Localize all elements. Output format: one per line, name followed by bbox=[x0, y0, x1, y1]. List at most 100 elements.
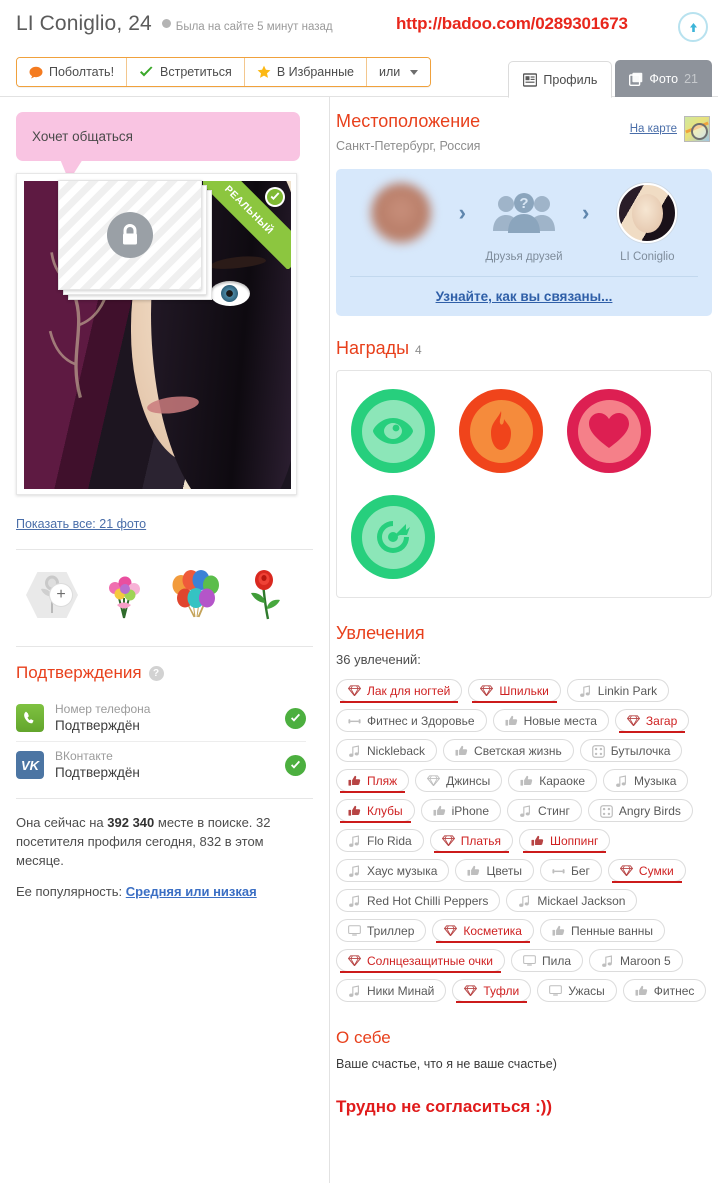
favorites-button-label: В Избранные bbox=[276, 65, 355, 79]
favorites-button[interactable]: В Избранные bbox=[244, 58, 368, 86]
interest-tag[interactable]: Косметика bbox=[432, 919, 534, 943]
meet-button[interactable]: Встретиться bbox=[127, 58, 245, 86]
interest-tag[interactable]: Ужасы bbox=[537, 979, 617, 1002]
verification-phone-status-badge bbox=[285, 707, 306, 729]
interest-tag[interactable]: Караоке bbox=[508, 769, 598, 792]
interest-tag-underline bbox=[340, 701, 459, 703]
page-title: LI Coniglio, 24 bbox=[16, 12, 152, 35]
verification-vk-value: Подтверждён bbox=[55, 765, 140, 780]
interest-tag[interactable]: Триллер bbox=[336, 919, 427, 942]
map-link-group[interactable]: На карте bbox=[630, 116, 710, 142]
interest-tag[interactable]: Загар bbox=[614, 709, 690, 733]
photo-iris-right bbox=[221, 285, 238, 302]
interest-tag[interactable]: Шпильки bbox=[468, 679, 561, 703]
map-link[interactable]: На карте bbox=[630, 123, 677, 135]
interest-tag-underline bbox=[472, 701, 557, 703]
star-icon bbox=[257, 65, 271, 78]
loved-heart-award[interactable] bbox=[567, 389, 651, 473]
interest-tag[interactable]: Сумки bbox=[607, 859, 686, 883]
interest-tag[interactable]: Платья bbox=[429, 829, 513, 853]
interest-tag[interactable]: Angry Birds bbox=[587, 799, 693, 822]
interest-tag[interactable]: Хаус музыка bbox=[336, 859, 450, 882]
diamond-icon bbox=[619, 864, 634, 877]
popularity-link[interactable]: Средняя или низкая bbox=[126, 884, 257, 899]
chat-button[interactable]: Поболтать! bbox=[17, 58, 128, 86]
interest-tag[interactable]: Цветы bbox=[455, 859, 534, 882]
thumbs-up-icon bbox=[348, 805, 361, 817]
interest-tag[interactable]: Солнцезащитные очки bbox=[336, 949, 505, 973]
gift-bouquet[interactable] bbox=[88, 562, 160, 628]
add-gift-button[interactable]: + bbox=[16, 562, 88, 628]
interest-tag-underline bbox=[340, 791, 406, 793]
interest-tag-label: Фитнес bbox=[653, 983, 695, 998]
interest-tag-label: Триллер bbox=[367, 923, 415, 938]
ribbon-check-badge bbox=[265, 187, 285, 207]
tab-photos[interactable]: Фото 21 bbox=[615, 60, 712, 97]
interest-tag[interactable]: Фитнес bbox=[622, 979, 707, 1002]
interest-tag[interactable]: Ники Минай bbox=[336, 979, 447, 1002]
popular-eye-award[interactable] bbox=[351, 389, 435, 473]
chevron-right-icon: › bbox=[458, 200, 466, 225]
gift-rose[interactable] bbox=[232, 562, 304, 628]
interest-tag[interactable]: Туфли bbox=[452, 979, 532, 1003]
about-title: О себе bbox=[336, 1028, 391, 1047]
interest-tag-label: Mickael Jackson bbox=[537, 893, 626, 908]
thumbs-up-icon bbox=[635, 985, 648, 997]
interest-tag-label: Red Hot Chilli Peppers bbox=[367, 893, 489, 908]
interest-tag-label: Шоппинг bbox=[549, 833, 599, 848]
interest-tag[interactable]: Светская жизнь bbox=[443, 739, 574, 762]
interest-tag[interactable]: Лак для ногтей bbox=[336, 679, 463, 703]
interest-tag-label: Загар bbox=[645, 713, 678, 728]
thumbs-up-icon bbox=[505, 715, 518, 727]
diamond-icon bbox=[444, 924, 458, 937]
interest-tag[interactable]: Пляж bbox=[336, 769, 410, 793]
interest-tag[interactable]: Пенные ванны bbox=[539, 919, 665, 942]
tab-profile[interactable]: Профиль bbox=[508, 61, 613, 98]
target-award[interactable] bbox=[351, 495, 435, 579]
help-icon[interactable]: ? bbox=[148, 665, 164, 681]
scroll-to-top-button[interactable] bbox=[678, 12, 708, 42]
check-icon bbox=[291, 760, 300, 769]
interest-tag-label: Стинг bbox=[538, 803, 570, 818]
heart-icon bbox=[589, 413, 629, 448]
interest-tag[interactable]: Шоппинг bbox=[518, 829, 611, 853]
verification-row-vk: VK ВКонтакте Подтверждён bbox=[16, 742, 306, 788]
show-all-photos-link[interactable]: Показать все: 21 фото bbox=[16, 517, 329, 531]
location-section: Местоположение Санкт-Петербург, Россия Н… bbox=[336, 111, 718, 153]
interest-tag[interactable]: Mickael Jackson bbox=[506, 889, 638, 912]
primary-photo-card[interactable]: РЕАЛЬНЫЙ bbox=[16, 173, 297, 495]
divider-photos bbox=[16, 549, 313, 550]
interests-tag-list: Лак для ногтей Шпильки Linkin Park Фитнес и… bbox=[336, 679, 716, 1003]
interest-tag[interactable]: Linkin Park bbox=[566, 679, 670, 702]
thumbs-up-icon bbox=[348, 775, 361, 787]
interest-tag-underline bbox=[433, 851, 509, 853]
interest-tag[interactable]: Nickleback bbox=[336, 739, 438, 762]
interest-tag[interactable]: Red Hot Chilli Peppers bbox=[336, 889, 501, 912]
interest-tag[interactable]: iPhone bbox=[420, 799, 501, 822]
vk-icon: VK bbox=[16, 751, 44, 779]
interest-tag-label: Бутылочка bbox=[610, 743, 671, 758]
eye-icon bbox=[373, 418, 413, 444]
thumbs-up-icon bbox=[467, 865, 480, 877]
music-note-icon bbox=[348, 744, 361, 757]
map-magnifier-icon[interactable] bbox=[684, 116, 710, 142]
verification-row-phone: Номер телефона Подтверждён bbox=[16, 695, 306, 742]
interest-tag[interactable]: Flo Rida bbox=[336, 829, 424, 852]
diamond-icon bbox=[441, 834, 455, 847]
interest-tag[interactable]: Фитнес и Здоровье bbox=[336, 709, 487, 732]
hot-flame-award[interactable] bbox=[459, 389, 543, 473]
interest-tag[interactable]: Новые места bbox=[492, 709, 609, 732]
more-actions-button[interactable]: или bbox=[367, 58, 431, 86]
interest-tag[interactable]: Бег bbox=[539, 859, 602, 882]
location-title: Местоположение bbox=[336, 111, 481, 131]
interest-tag[interactable]: Стинг bbox=[507, 799, 582, 822]
interest-tag[interactable]: Бутылочка bbox=[579, 739, 683, 762]
gift-balloons[interactable] bbox=[160, 562, 232, 628]
interest-tag[interactable]: Клубы bbox=[336, 799, 415, 823]
interest-tag[interactable]: Музыка bbox=[603, 769, 689, 792]
interest-tag[interactable]: Пила bbox=[510, 949, 583, 972]
connection-cta-link[interactable]: Узнайте, как вы связаны... bbox=[436, 289, 613, 304]
interest-tag[interactable]: Maroon 5 bbox=[589, 949, 683, 972]
interest-tag[interactable]: Джинсы bbox=[415, 769, 503, 792]
target-icon bbox=[377, 521, 410, 553]
